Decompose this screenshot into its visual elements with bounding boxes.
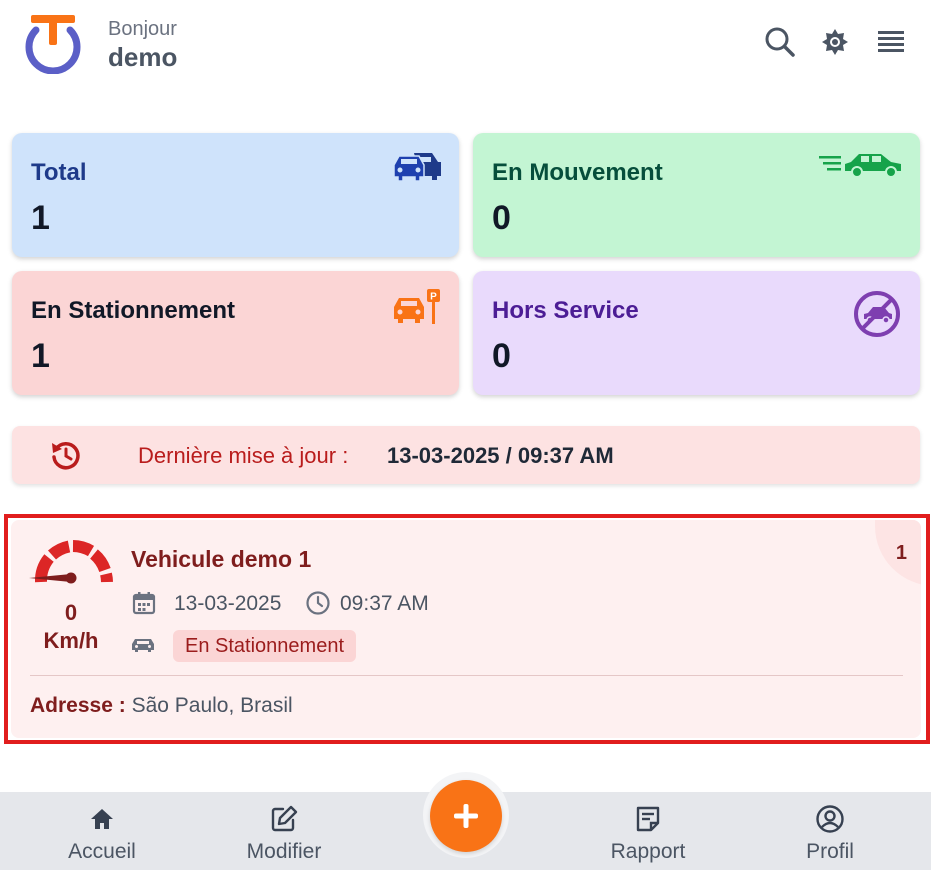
add-button[interactable]	[430, 780, 502, 852]
parked-car-icon: P	[394, 289, 440, 324]
address-label: Adresse :	[30, 694, 126, 717]
brightness-icon[interactable]	[817, 24, 853, 60]
last-update-value: 13-03-2025 / 09:37 AM	[387, 443, 614, 468]
username: demo	[108, 42, 178, 72]
last-update-bar: Dernière mise à jour : 13-03-2025 / 09:3…	[12, 426, 920, 484]
nav-profile-label: Profil	[806, 840, 854, 863]
vehicle-card[interactable]: 1 0 Km/h Vehicule demo 1 13-03-2025 09:3…	[11, 520, 921, 738]
stat-card-moving[interactable]: En Mouvement 0	[473, 133, 920, 257]
vehicle-time: 09:37 AM	[340, 592, 429, 615]
no-car-icon	[854, 291, 900, 337]
stat-card-total[interactable]: Total 1	[12, 133, 459, 257]
stat-value: 1	[31, 199, 50, 237]
stat-label: En Mouvement	[492, 159, 663, 186]
nav-home-label: Accueil	[68, 840, 136, 863]
moving-car-icon	[819, 154, 901, 178]
address-value: São Paulo, Brasil	[131, 694, 293, 717]
stat-card-offline[interactable]: Hors Service 0	[473, 271, 920, 395]
last-update-label: Dernière mise à jour :	[138, 443, 349, 468]
stat-value: 0	[492, 337, 511, 375]
svg-text:P: P	[430, 292, 437, 303]
vehicle-index: 1	[895, 542, 907, 564]
plus-icon	[454, 804, 478, 828]
status-badge: En Stationnement	[173, 630, 356, 662]
greeting-text: Bonjour	[108, 18, 177, 40]
app-header: Bonjour demo	[0, 0, 931, 90]
vehicle-address: Adresse : São Paulo, Brasil	[30, 694, 293, 718]
greeting-block: Bonjour demo	[108, 18, 177, 74]
menu-icon[interactable]	[873, 24, 909, 60]
car-icon	[132, 639, 154, 652]
profile-icon	[816, 805, 844, 833]
stat-label: En Stationnement	[31, 297, 236, 324]
nav-edit[interactable]: Modifier	[214, 792, 354, 870]
home-icon	[91, 809, 113, 829]
clock-icon	[306, 591, 330, 615]
vehicle-date: 13-03-2025	[174, 592, 282, 615]
edit-icon	[271, 805, 298, 832]
stat-value: 0	[492, 199, 511, 237]
report-icon	[636, 806, 660, 832]
search-icon[interactable]	[762, 24, 798, 60]
nav-home[interactable]: Accueil	[32, 792, 172, 870]
app-logo	[25, 15, 81, 74]
stat-label: Total	[31, 159, 87, 186]
cars-icon	[393, 153, 441, 182]
nav-report[interactable]: Rapport	[578, 792, 718, 870]
speed-value: 0	[64, 600, 78, 625]
stat-label: Hors Service	[492, 297, 639, 324]
calendar-icon	[132, 592, 156, 615]
stat-value: 1	[31, 337, 50, 375]
nav-profile[interactable]: Profil	[760, 792, 900, 870]
refresh-clock-icon	[52, 441, 80, 470]
vehicle-name: Vehicule demo 1	[131, 546, 312, 572]
nav-edit-label: Modifier	[246, 840, 322, 863]
stat-card-parked[interactable]: En Stationnement 1 P	[12, 271, 459, 395]
speedometer-icon	[29, 540, 113, 584]
nav-report-label: Rapport	[610, 840, 686, 863]
divider	[30, 675, 903, 676]
speed-unit: Km/h	[43, 628, 99, 653]
